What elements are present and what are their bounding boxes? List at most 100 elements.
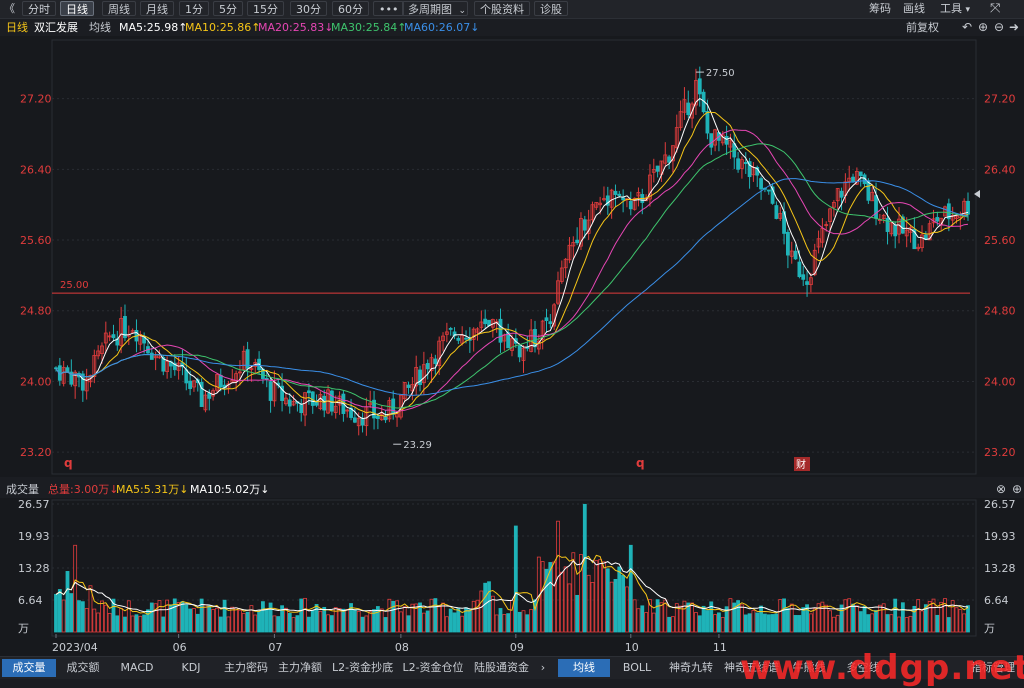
volume-bar [651, 612, 656, 633]
multi-period-label: 多周期图 [408, 3, 452, 16]
volume-ma10-line [55, 557, 969, 613]
expand-icon[interactable]: ⤧ [990, 1, 1000, 16]
volume-bar [621, 574, 626, 633]
close-icon[interactable]: ⊗ [996, 481, 1006, 498]
volume-bar [226, 616, 231, 633]
tab-15min[interactable]: 15分 [247, 1, 284, 16]
volume-info-row: 成交量 总量:3.00万↓ MA5:5.31万↓ MA10:5.02万↓ ⊗ ⊕ [0, 481, 1024, 498]
candle-body [582, 219, 587, 231]
volume-bar [602, 561, 606, 633]
volume-tick-left: 26.57 [18, 498, 50, 511]
tab-l2-position[interactable]: L2-资金仓位 [398, 659, 468, 677]
tab-turnover[interactable]: 成交额 [58, 659, 108, 677]
volume-bar [552, 561, 557, 633]
date-label: 2023/04 [52, 641, 98, 654]
undo-icon[interactable]: ↶ [962, 19, 972, 36]
volume-bar [337, 608, 342, 633]
tab-main-code[interactable]: 主力密码 [220, 659, 272, 677]
tab-1min[interactable]: 1分 [179, 1, 209, 16]
tab-ma[interactable]: 均线 [558, 659, 610, 677]
add-icon[interactable]: ⊕ [1012, 481, 1022, 498]
tab-5min[interactable]: 5分 [213, 1, 243, 16]
tab-daily[interactable]: 日线 [60, 1, 94, 16]
tab-weekly[interactable]: 周线 [102, 1, 136, 16]
ma10-value: MA10:25.86↑ [185, 21, 261, 34]
price-tick-right: 25.60 [984, 234, 1016, 247]
volume-bar [80, 601, 85, 633]
q-marker-2: q [636, 456, 645, 470]
chips-button[interactable]: 筹码 [869, 1, 891, 16]
volume-bar [398, 611, 403, 633]
draw-line-button[interactable]: 画线 [903, 1, 925, 16]
volume-bar [257, 610, 261, 633]
tab-monthly[interactable]: 月线 [140, 1, 174, 16]
date-label: 11 [713, 641, 727, 654]
tab-magic-nine[interactable]: 神奇九转 [664, 659, 718, 677]
multi-period-dropdown[interactable]: 多周期图 ⌄ [402, 1, 468, 16]
tab-intraday[interactable]: 分时 [22, 1, 56, 16]
volume-ma5: MA5:5.31万↓ [116, 483, 189, 496]
volume-bar [460, 615, 465, 633]
adjust-dropdown[interactable]: 前复权 [906, 19, 939, 36]
next-icon[interactable]: ➜ [1009, 19, 1019, 36]
ma-label[interactable]: 均线 [89, 19, 111, 36]
stock-name: 双汇发展 [34, 21, 78, 34]
diagnose-button[interactable]: 诊股 [534, 1, 568, 16]
volume-chart-panel[interactable]: 26.57 26.57 19.93 19.93 13.28 13.28 6.64 6.64 万 万… [0, 498, 1024, 656]
volume-bar [854, 605, 859, 633]
tab-northbound[interactable]: 陆股通资金 [470, 659, 532, 677]
volume-bar [605, 568, 610, 633]
volume-bar [740, 604, 744, 633]
candle-body [686, 102, 691, 116]
tab-30min[interactable]: 30分 [290, 1, 327, 16]
volume-bar [713, 614, 717, 633]
tools-button[interactable]: 工具 ▾ [940, 1, 970, 16]
candle-body [218, 374, 223, 388]
more-button[interactable]: ••• [373, 1, 405, 16]
price-chart-panel[interactable]: 27.20 26.40 25.60 24.80 24.00 23.20 27.20 26.4… [0, 36, 1024, 477]
candlestick-chart[interactable]: 27.20 26.40 25.60 24.80 24.00 23.20 27.20 26.4… [0, 36, 1024, 477]
volume-chart[interactable]: 26.57 26.57 19.93 19.93 13.28 13.28 6.64 6.64 万 万… [0, 498, 1024, 656]
candle-body [705, 111, 710, 134]
volume-bar [433, 598, 438, 633]
volume-bar [632, 599, 637, 633]
period-label: 日线 [6, 21, 28, 34]
volume-bar [425, 610, 430, 633]
tab-macd[interactable]: MACD [112, 659, 162, 677]
zoom-out-icon[interactable]: ⊖ [994, 19, 1004, 36]
chevron-right-icon[interactable]: › [536, 659, 550, 677]
price-tick-right: 26.40 [984, 163, 1016, 176]
volume-bar [291, 617, 296, 633]
candle-body [617, 193, 622, 197]
tab-main-net[interactable]: 主力净额 [274, 659, 326, 677]
candle-body [307, 390, 311, 394]
tab-60min[interactable]: 60分 [332, 1, 369, 16]
volume-bar [142, 614, 147, 633]
stock-profile-button[interactable]: 个股资料 [474, 1, 530, 16]
volume-bar [766, 614, 771, 633]
volume-bar [502, 614, 507, 633]
tab-volume[interactable]: 成交量 [2, 659, 56, 677]
tab-kdj[interactable]: KDJ [166, 659, 216, 677]
volume-bar [261, 601, 265, 633]
volume-bar [207, 605, 212, 633]
volume-bar [230, 606, 235, 633]
back-icon[interactable]: 《 [4, 1, 15, 16]
volume-bar [897, 616, 901, 633]
tab-boll[interactable]: BOLL [614, 659, 660, 677]
candle-body [314, 401, 319, 406]
zoom-in-icon[interactable]: ⊕ [978, 19, 988, 36]
volume-bar [640, 605, 645, 633]
volume-tick-right: 万 [984, 622, 995, 635]
tab-l2-bottom[interactable]: L2-资金抄底 [328, 659, 396, 677]
volume-bar [843, 599, 848, 633]
candle-body [797, 261, 802, 278]
candle-body [774, 205, 779, 219]
volume-bar [329, 615, 334, 633]
volume-bar [801, 607, 806, 633]
volume-bar [456, 607, 461, 633]
candle-body [743, 161, 748, 165]
price-tick-right: 23.20 [984, 446, 1016, 459]
date-label: 06 [173, 641, 187, 654]
candle-body [655, 165, 660, 172]
